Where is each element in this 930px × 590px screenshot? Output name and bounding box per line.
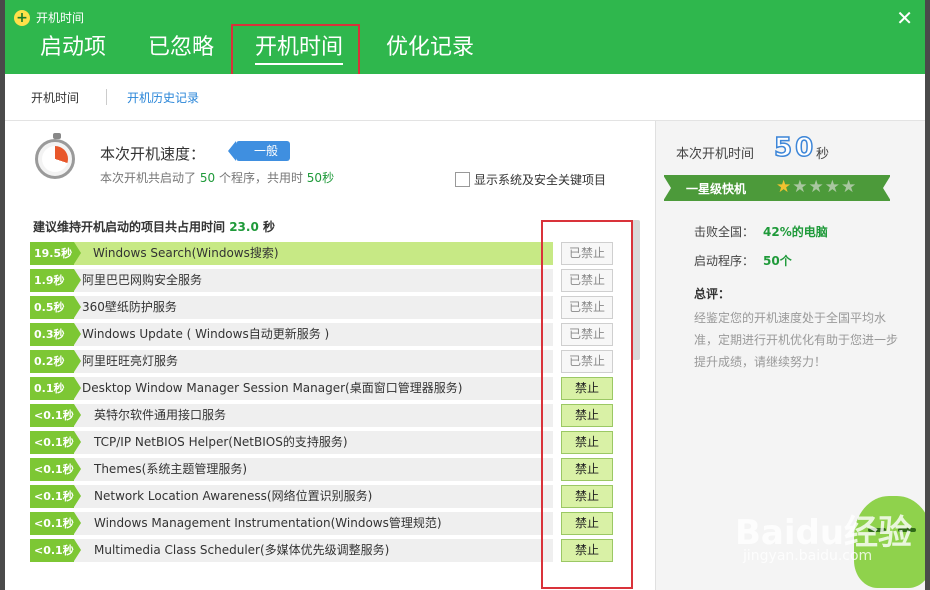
row-time-tag: <0.1秒 — [30, 485, 81, 508]
rank-ribbon: 一星级快机 ★★★★★ — [663, 175, 891, 201]
row-time-tag: 19.5秒 — [30, 242, 81, 265]
speed-rating-badge: 一般 — [227, 141, 291, 161]
startup-item-row: 0.3秒 Windows Update ( Windows自动更新服务 ) 已禁止 — [30, 323, 615, 346]
boot-time-value: 50 — [773, 132, 817, 164]
startup-item-list: 19.5秒 Windows Search(Windows搜索) 已禁止 1.9秒 阿里巴… — [30, 242, 615, 566]
row-time-tag: 0.3秒 — [30, 323, 81, 346]
row-name: Windows Search(Windows搜索) — [93, 246, 279, 260]
row-name: Windows Update ( Windows自动更新服务 ) — [82, 327, 330, 341]
summary-time-used: 50秒 — [306, 171, 335, 185]
summary-mid: 个程序，共用时 — [218, 171, 303, 185]
star-icon: ★ — [808, 177, 825, 197]
startup-item-row: 0.1秒 Desktop Window Manager Session Manag… — [30, 377, 615, 400]
subnav-divider — [106, 89, 107, 105]
startup-item-row: <0.1秒 Themes(系统主题管理服务) 禁止 — [30, 458, 615, 481]
row-time-tag: <0.1秒 — [30, 512, 81, 535]
startup-item-row: <0.1秒 Multimedia Class Scheduler(多媒体优先级调整… — [30, 539, 615, 562]
advice-value: 23.0 — [229, 220, 259, 234]
row-name: 英特尔软件通用接口服务 — [94, 408, 227, 422]
startup-item-row: 19.5秒 Windows Search(Windows搜索) 已禁止 — [30, 242, 615, 265]
rank-label: 一星级快机 — [686, 182, 747, 196]
row-time-tag: <0.1秒 — [30, 404, 81, 427]
close-icon[interactable]: ✕ — [896, 8, 913, 28]
boot-time-label: 本次开机时间 — [676, 147, 755, 162]
baidu-watermark: Baidu经验 — [735, 513, 913, 553]
baidu-watermark-url: jingyan.baidu.com — [743, 548, 873, 564]
tab-label: 启动项 — [40, 35, 107, 60]
row-name: Multimedia Class Scheduler(多媒体优先级调整服务) — [94, 543, 390, 557]
beat-label: 击败全国： — [694, 225, 755, 239]
row-time-tag: 0.5秒 — [30, 296, 81, 319]
recommended-time-summary: 建议维持开机启动的项目共占用时间 23.0 秒 — [33, 218, 275, 235]
app-window: + 开机时间 ✕ 启动项 已忽略 开机时间 优化记录 开机时间 开机历史记录 本… — [5, 0, 925, 590]
highlight-box-tab — [231, 24, 360, 76]
list-scrollbar[interactable] — [632, 220, 640, 360]
show-system-items-checkbox[interactable] — [455, 172, 470, 187]
stopwatch-knob — [53, 133, 61, 139]
row-time-tag: <0.1秒 — [30, 431, 81, 454]
startup-item-row: <0.1秒 Windows Management Instrumentation(… — [30, 512, 615, 535]
stopwatch-face — [42, 146, 68, 172]
programs-value: 50个 — [763, 254, 792, 268]
row-name: Desktop Window Manager Session Manager(桌… — [82, 381, 463, 395]
window-title: 开机时间 — [36, 11, 85, 25]
summary-prefix: 本次开机共启动了 — [100, 171, 197, 185]
boot-speed-label: 本次开机速度： — [100, 145, 206, 163]
evaluation-title: 总评： — [694, 287, 731, 301]
row-name: 360壁纸防护服务 — [82, 300, 177, 314]
star-icon: ★ — [841, 177, 858, 197]
advice-unit: 秒 — [263, 220, 276, 234]
row-name: Themes(系统主题管理服务) — [94, 462, 248, 476]
summary-program-count: 50 — [199, 171, 216, 185]
startup-item-row: 0.2秒 阿里旺旺亮灯服务 已禁止 — [30, 350, 615, 373]
tab-label: 优化记录 — [386, 35, 475, 60]
app-logo-icon: + — [14, 10, 30, 26]
tab-optimize-log[interactable]: 优化记录 — [386, 30, 474, 66]
row-time-tag: 1.9秒 — [30, 269, 81, 292]
star-icon: ★ — [776, 177, 793, 197]
startup-item-row: <0.1秒 Network Location Awareness(网络位置识别服务… — [30, 485, 615, 508]
boot-summary: 本次开机共启动了 50 个程序，共用时 50秒 — [100, 169, 334, 186]
star-icon: ★ — [824, 177, 841, 197]
startup-item-row: 1.9秒 阿里巴巴网购安全服务 已禁止 — [30, 269, 615, 292]
show-system-items-label[interactable]: 显示系统及安全关键项目 — [474, 171, 606, 188]
row-time-tag: <0.1秒 — [30, 539, 81, 562]
row-time-tag: 0.1秒 — [30, 377, 81, 400]
beat-value: 42%的电脑 — [763, 225, 828, 239]
subnav-boot-time[interactable]: 开机时间 — [31, 89, 79, 106]
row-name: Windows Management Instrumentation(Windo… — [94, 516, 442, 530]
boot-time-unit: 秒 — [816, 147, 830, 162]
sub-navigation: 开机时间 开机历史记录 — [5, 74, 925, 121]
title-bar: + 开机时间 ✕ 启动项 已忽略 开机时间 优化记录 — [5, 0, 925, 74]
row-name: 阿里旺旺亮灯服务 — [82, 354, 179, 368]
tab-label: 已忽略 — [148, 35, 215, 60]
programs-label: 启动程序： — [694, 254, 755, 268]
stopwatch-icon — [35, 133, 75, 179]
row-name: 阿里巴巴网购安全服务 — [82, 273, 203, 287]
tab-ignored[interactable]: 已忽略 — [148, 30, 214, 66]
row-name: Network Location Awareness(网络位置识别服务) — [94, 489, 373, 503]
row-name: TCP/IP NetBIOS Helper(NetBIOS的支持服务) — [94, 435, 348, 449]
tab-startup-items[interactable]: 启动项 — [40, 30, 106, 66]
star-icon: ★ — [792, 177, 809, 197]
startup-item-row: <0.1秒 TCP/IP NetBIOS Helper(NetBIOS的支持服务)… — [30, 431, 615, 454]
advice-prefix: 建议维持开机启动的项目共占用时间 — [33, 220, 226, 234]
startup-item-row: 0.5秒 360壁纸防护服务 已禁止 — [30, 296, 615, 319]
row-time-tag: <0.1秒 — [30, 458, 81, 481]
subnav-boot-history[interactable]: 开机历史记录 — [127, 89, 199, 106]
evaluation-text: 经鉴定您的开机速度处于全国平均水准，定期进行开机优化有助于您进一步提升成绩，请继… — [694, 311, 899, 369]
rating-stars: ★★★★★ — [776, 177, 857, 197]
highlight-box-actions — [541, 220, 633, 589]
row-time-tag: 0.2秒 — [30, 350, 81, 373]
startup-item-row: <0.1秒 英特尔软件通用接口服务 禁止 — [30, 404, 615, 427]
